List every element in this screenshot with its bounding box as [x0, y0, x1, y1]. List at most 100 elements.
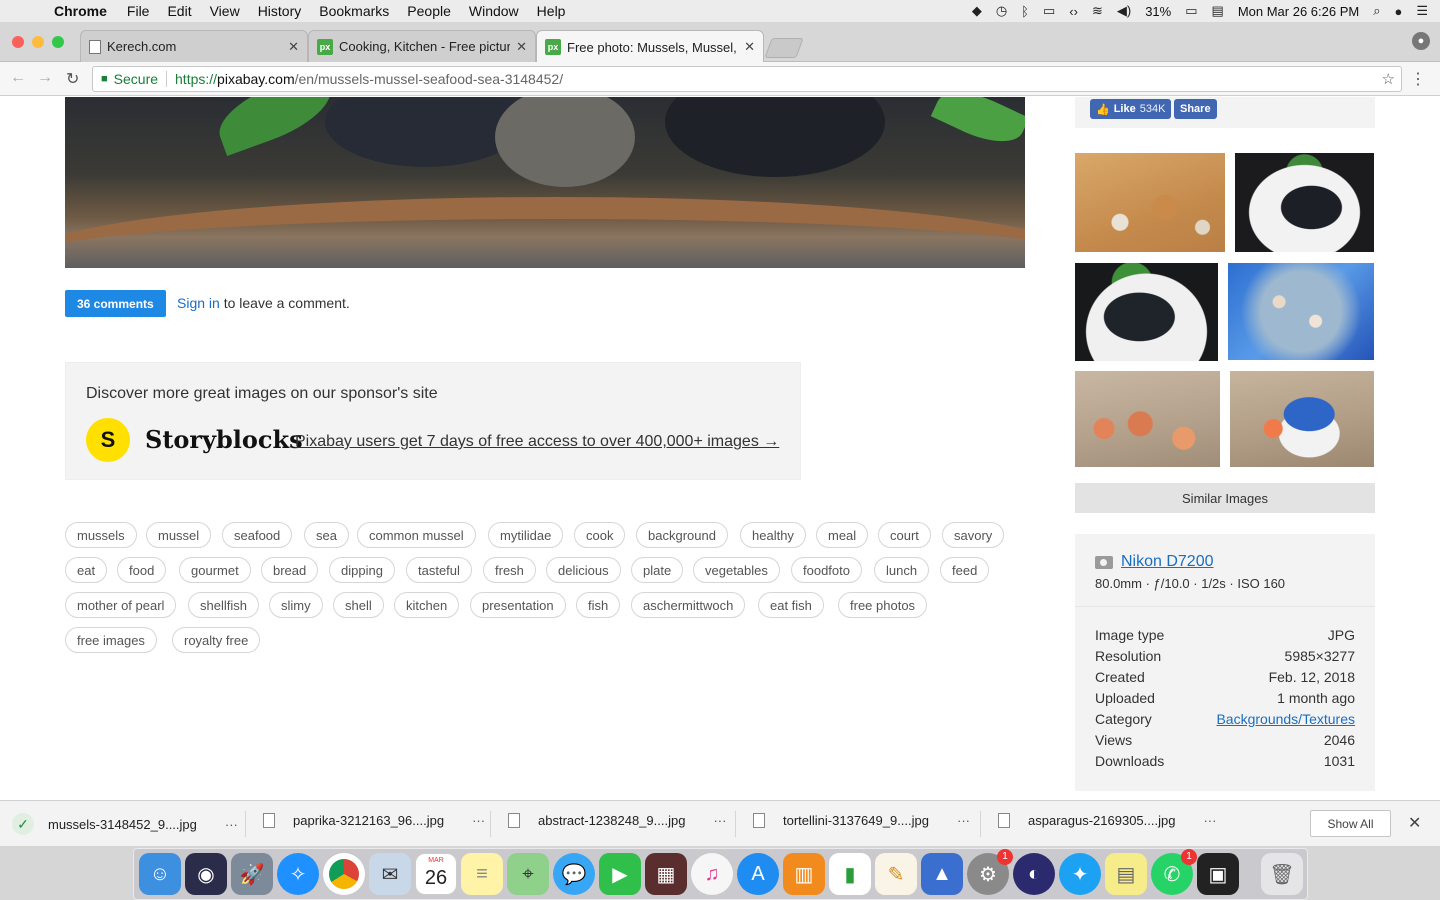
app-store-icon[interactable]: A: [737, 853, 779, 895]
code-icon[interactable]: ‹›: [1069, 4, 1078, 19]
similar-thumb-sand-shells[interactable]: [1075, 153, 1225, 252]
tag[interactable]: delicious: [546, 557, 621, 583]
storyblocks-brand[interactable]: Storyblocks: [145, 425, 303, 454]
similar-thumb-beach-shells[interactable]: [1075, 371, 1220, 467]
tab-cooking-kitchen[interactable]: px Cooking, Kitchen - Free pictur ✕: [308, 30, 536, 62]
finder-icon[interactable]: ☺: [139, 853, 181, 895]
tag[interactable]: fish: [576, 592, 621, 618]
tag[interactable]: free images: [65, 627, 157, 653]
pages-icon[interactable]: ✎: [875, 853, 917, 895]
airplay-icon[interactable]: ▭: [1043, 3, 1055, 19]
whatsapp-icon[interactable]: ✆ 1: [1151, 849, 1197, 895]
facebook-share-button[interactable]: Share: [1174, 99, 1217, 119]
similar-thumb-mussels-bowl[interactable]: [1235, 153, 1374, 252]
tag[interactable]: fresh: [483, 557, 536, 583]
tab-free-photo-mussels[interactable]: px Free photo: Mussels, Mussel, S ✕: [536, 30, 764, 63]
notification-center-icon[interactable]: ☰: [1416, 3, 1428, 19]
menu-bookmarks[interactable]: Bookmarks: [319, 3, 389, 19]
similar-thumb-mussels-bowl-2[interactable]: [1075, 263, 1218, 361]
storyblocks-logo-icon[interactable]: S: [86, 418, 130, 462]
show-all-downloads-button[interactable]: Show All: [1310, 810, 1391, 837]
system-preferences-icon[interactable]: ⚙ 1: [967, 849, 1013, 895]
launchpad-icon[interactable]: 🚀: [231, 853, 273, 895]
itunes-icon[interactable]: ♫: [691, 853, 733, 895]
wifi-icon[interactable]: ≋: [1092, 3, 1103, 19]
tag[interactable]: mother of pearl: [65, 592, 177, 618]
download-item[interactable]: tortellini-3137649_9....jpg ···: [753, 813, 970, 828]
new-tab-button[interactable]: [764, 38, 804, 58]
zoom-window-icon[interactable]: [52, 36, 64, 48]
close-tab-icon[interactable]: ✕: [744, 39, 755, 55]
tag[interactable]: plate: [631, 557, 684, 583]
spotlight-icon[interactable]: ⌕: [1373, 3, 1380, 19]
download-menu-icon[interactable]: ···: [472, 813, 485, 828]
category-link[interactable]: Backgrounds/Textures: [1216, 711, 1355, 727]
tag[interactable]: slimy: [269, 592, 323, 618]
siri-icon[interactable]: ◉: [185, 853, 227, 895]
minimize-window-icon[interactable]: [32, 36, 44, 48]
tag[interactable]: dipping: [329, 557, 395, 583]
numbers-icon[interactable]: ▮: [829, 853, 871, 895]
download-menu-icon[interactable]: ···: [713, 813, 726, 828]
stickies-icon[interactable]: ▤: [1105, 853, 1147, 895]
mail-stamp-icon[interactable]: ✉: [369, 853, 411, 895]
menu-help[interactable]: Help: [537, 3, 566, 19]
menu-people[interactable]: People: [407, 3, 451, 19]
tag[interactable]: food: [117, 557, 167, 583]
forward-arrow-icon[interactable]: →: [37, 69, 53, 87]
tag[interactable]: shellfish: [188, 592, 259, 618]
chrome-icon[interactable]: [323, 853, 365, 895]
similar-thumb-blue-shells[interactable]: [1228, 263, 1374, 360]
signin-link[interactable]: Sign in: [177, 295, 220, 311]
tag[interactable]: mytilidae: [488, 522, 564, 548]
tag[interactable]: cook: [574, 522, 626, 548]
messages-icon[interactable]: 💬: [553, 853, 595, 895]
close-tab-icon[interactable]: ✕: [516, 39, 527, 55]
close-window-icon[interactable]: [12, 36, 24, 48]
safari-icon[interactable]: ✧: [277, 853, 319, 895]
menu-window[interactable]: Window: [469, 3, 519, 19]
profile-icon[interactable]: ●: [1412, 32, 1430, 50]
tag[interactable]: meal: [816, 522, 869, 548]
reload-icon[interactable]: ↻: [66, 69, 79, 89]
sponsor-offer-link[interactable]: Pixabay users get 7 days of free access …: [295, 433, 779, 451]
address-bar[interactable]: ■ Secure https://pixabay.com/en/mussels-…: [92, 66, 1402, 92]
tag[interactable]: vegetables: [693, 557, 780, 583]
trash-icon[interactable]: 🗑: [1261, 853, 1303, 895]
chrome-menu-icon[interactable]: ⋮: [1410, 69, 1426, 89]
menu-history[interactable]: History: [258, 3, 302, 19]
back-arrow-icon[interactable]: ←: [10, 69, 26, 87]
volume-icon[interactable]: ◀): [1117, 3, 1131, 19]
tag[interactable]: foodfoto: [791, 557, 862, 583]
tag[interactable]: free photos: [838, 592, 928, 618]
menu-file[interactable]: File: [127, 3, 150, 19]
tag[interactable]: healthy: [740, 522, 806, 548]
comments-count-button[interactable]: 36 comments: [65, 290, 166, 317]
menu-app[interactable]: Chrome: [54, 3, 107, 19]
tag[interactable]: lunch: [874, 557, 930, 583]
download-item[interactable]: abstract-1238248_9....jpg ···: [508, 813, 726, 828]
tag[interactable]: feed: [940, 557, 990, 583]
eclipse-icon[interactable]: ◐: [1013, 853, 1055, 895]
tag[interactable]: tasteful: [406, 557, 472, 583]
tag[interactable]: court: [878, 522, 931, 548]
bookmark-star-icon[interactable]: ☆: [1382, 70, 1395, 88]
siri-icon[interactable]: ●: [1394, 4, 1402, 19]
notes-icon[interactable]: ≡: [461, 853, 503, 895]
tag[interactable]: mussels: [65, 522, 137, 548]
tag[interactable]: aschermittwoch: [631, 592, 746, 618]
similar-images-button[interactable]: Similar Images: [1075, 483, 1375, 513]
time-machine-icon[interactable]: ◷: [996, 3, 1007, 19]
menu-view[interactable]: View: [210, 3, 240, 19]
bluetooth-icon[interactable]: ᛒ: [1021, 4, 1029, 19]
calendar-icon[interactable]: MAR 26: [415, 853, 457, 895]
maps-icon[interactable]: ⌖: [507, 853, 549, 895]
facetime-icon[interactable]: ▶: [599, 853, 641, 895]
tag[interactable]: eat fish: [758, 592, 824, 618]
facebook-like-button[interactable]: 👍 Like 534K: [1090, 99, 1172, 119]
tag[interactable]: sea: [304, 522, 349, 548]
flag-icon[interactable]: ▤: [1212, 3, 1224, 19]
ibooks-icon[interactable]: ▥: [783, 853, 825, 895]
download-item[interactable]: asparagus-2169305....jpg ···: [998, 813, 1216, 828]
keynote-icon[interactable]: ▲: [921, 853, 963, 895]
